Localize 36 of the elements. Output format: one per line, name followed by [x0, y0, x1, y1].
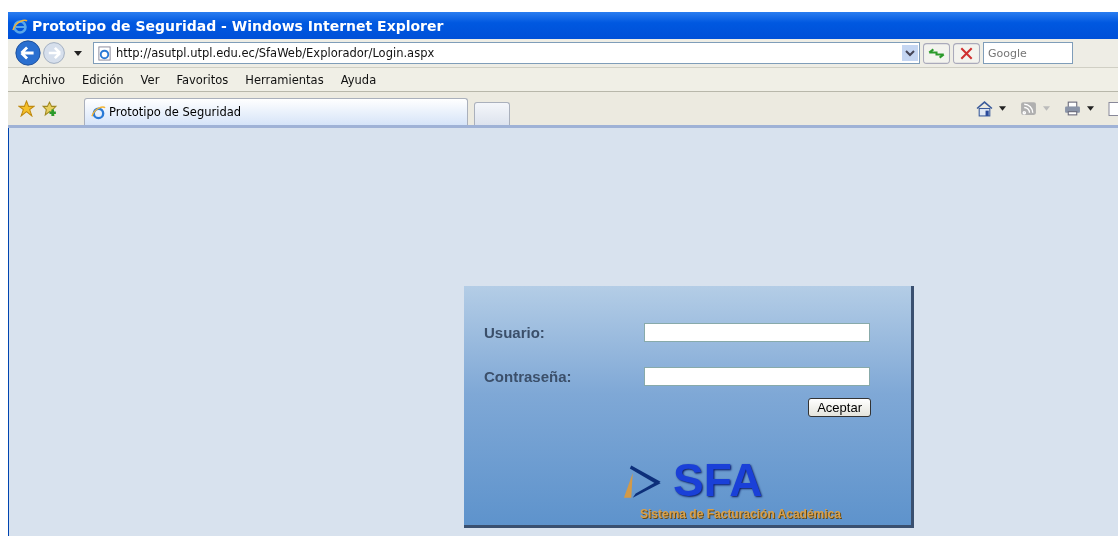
menu-item[interactable]: Herramientas [245, 72, 324, 87]
add-favorite-icon[interactable] [41, 100, 58, 117]
ie-logo-icon [12, 17, 28, 34]
new-tab-button[interactable] [474, 102, 510, 125]
field-label: Usuario: [484, 323, 546, 341]
field-label: Contraseña: [484, 367, 573, 385]
star-icon[interactable] [18, 100, 35, 117]
browser-tab[interactable]: Prototipo de Seguridad [84, 98, 468, 125]
ie-page-icon [91, 104, 106, 120]
printer-icon[interactable] [1064, 100, 1081, 117]
logo-tagline: Sistema de Facturación Académica [640, 507, 842, 521]
input-field[interactable] [644, 366, 870, 386]
url-text: http://asutpl.utpl.edu.ec/SfaWeb/Explorador/Login.aspx [116, 46, 436, 60]
menu-item[interactable]: Ver [140, 72, 160, 87]
refresh-button[interactable] [923, 42, 950, 64]
page-icon [97, 45, 112, 61]
page-menu-icon[interactable] [1108, 100, 1118, 117]
logo-text: SFA [673, 459, 763, 501]
tab-label: Prototipo de Seguridad [109, 105, 242, 119]
search-field[interactable]: Google [983, 42, 1073, 64]
caret-icon[interactable] [1087, 106, 1094, 111]
menu-item[interactable]: Favoritos [176, 72, 229, 87]
home-icon[interactable] [976, 100, 993, 117]
menu-item[interactable]: Archivo [22, 72, 65, 87]
dropdown-icon[interactable] [902, 45, 918, 61]
menu-item[interactable]: Ayuda [340, 72, 377, 87]
stop-button[interactable] [953, 42, 980, 64]
window-title: Prototipo de Seguridad - Windows Internet Explorer [32, 17, 444, 34]
address-field[interactable]: http://asutpl.utpl.edu.ec/SfaWeb/Explorador/Login.aspx [93, 42, 920, 64]
back-button[interactable] [14, 39, 42, 67]
caret-icon[interactable] [999, 106, 1006, 111]
accept-button[interactable]: Aceptar [808, 398, 871, 417]
input-field[interactable] [644, 322, 870, 342]
dropdown-caret-icon[interactable] [74, 50, 82, 56]
feed-icon[interactable] [1020, 100, 1037, 117]
menu-item[interactable]: Edición [82, 72, 124, 87]
